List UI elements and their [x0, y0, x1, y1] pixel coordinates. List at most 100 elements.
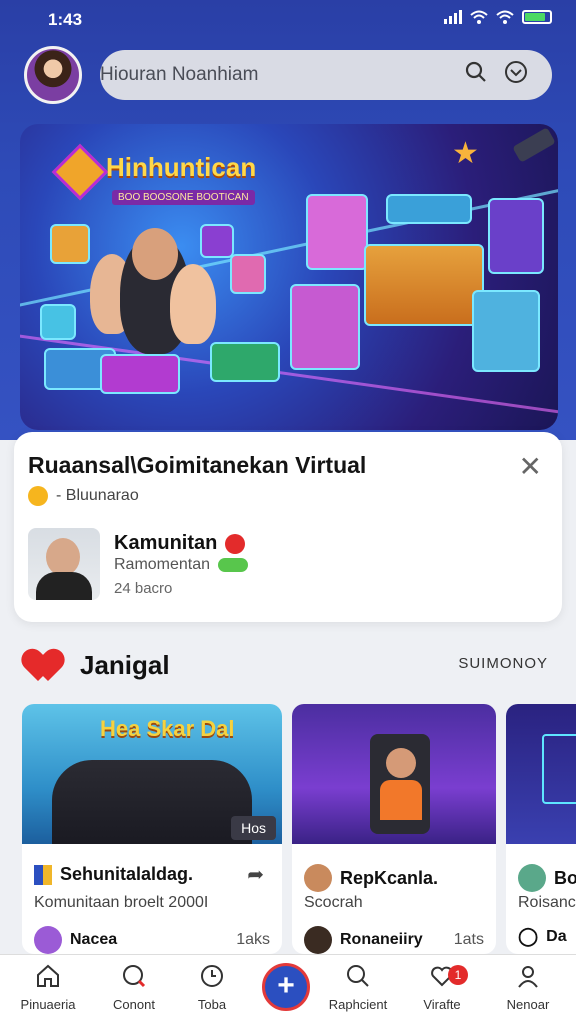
- nav-favorites[interactable]: 1 Virafte: [402, 963, 482, 1012]
- plus-icon: +: [277, 969, 295, 1002]
- event-card-title: Bo: [554, 867, 576, 888]
- event-card-title-row: RepKcanla.: [304, 864, 438, 892]
- hero-video-tile: [472, 290, 540, 372]
- coin-icon: [28, 486, 48, 506]
- event-thumbnail: [292, 704, 496, 844]
- category-icon: [34, 864, 52, 885]
- hero-tile: [230, 254, 266, 294]
- home-icon: [8, 963, 88, 993]
- nav-search-label: Raphcient: [328, 997, 388, 1012]
- hero-title: Hinhuntican: [106, 152, 257, 182]
- notification-badge: 1: [448, 965, 468, 985]
- user-avatar[interactable]: [34, 926, 62, 954]
- hero-video-tile: [364, 244, 484, 326]
- creator-avatar[interactable]: [518, 864, 546, 892]
- host-tag: Hos: [231, 816, 276, 840]
- hero-tile: [200, 224, 234, 258]
- status-time: 1:43: [48, 10, 83, 29]
- event-card-user: Ronaneiiry: [340, 931, 423, 948]
- heart-icon: [28, 651, 68, 681]
- event-card-time: 1ats: [453, 931, 484, 948]
- event-card[interactable]: Hea Skar Dal Hos Sehunitalaldag. ➦ Komun…: [22, 704, 282, 954]
- host-stat: 24 bacro: [114, 580, 173, 597]
- nav-time-label: Toba: [197, 997, 227, 1012]
- event-meta: - Bluunarao: [28, 486, 139, 506]
- share-icon[interactable]: ➦: [247, 862, 264, 887]
- hero-subtitle: BOO BOOSONE BOOTICAN: [112, 190, 255, 205]
- search-icon[interactable]: [456, 61, 496, 89]
- nav-search[interactable]: Raphcient: [318, 963, 398, 1012]
- section-header: Janigal: [28, 650, 170, 681]
- host-role: Ramomentan: [114, 556, 211, 573]
- heart-icon: [402, 963, 482, 993]
- nav-profile[interactable]: Nenoar: [488, 963, 568, 1012]
- host-name-row[interactable]: Kamunitan: [114, 532, 246, 555]
- host-avatar[interactable]: [28, 528, 100, 600]
- see-all-link[interactable]: SUIMONOY: [458, 655, 548, 672]
- event-card-user: Da: [546, 927, 567, 945]
- hero-video-tile: [488, 198, 544, 274]
- nav-chat[interactable]: Conont: [94, 963, 174, 1012]
- chevron-down-icon[interactable]: [496, 60, 536, 90]
- hero-video-tile: [386, 194, 472, 224]
- hero-tile: [210, 342, 280, 382]
- host-role-row: Ramomentan: [114, 556, 249, 574]
- hero-video-tile: [306, 194, 368, 270]
- status-pill-icon: [218, 558, 249, 572]
- event-card-title-row: Sehunitalaldag.: [34, 864, 193, 885]
- chat-icon[interactable]: ◯: [518, 926, 538, 947]
- hero-video-tile: [290, 284, 360, 370]
- search-input[interactable]: [100, 50, 456, 100]
- event-title: Ruaansal\Goimitanekan Virtual: [28, 452, 367, 478]
- event-card-footer: Ronaneiiry 1ats: [304, 926, 484, 954]
- search-icon: [318, 963, 398, 993]
- event-card[interactable]: RepKcanla. Scocrah Ronaneiiry 1ats: [292, 704, 496, 954]
- hero-tile: [100, 354, 180, 394]
- user-avatar[interactable]: [304, 926, 332, 954]
- close-icon[interactable]: ✕: [519, 450, 542, 483]
- status-bar: 1:43: [0, 8, 576, 32]
- camera-icon: [512, 127, 556, 163]
- event-card-title: RepKcanla.: [340, 867, 439, 888]
- hero-tile: [50, 224, 90, 264]
- event-card-subtitle: Roisanc: [518, 894, 576, 911]
- bottom-navigation: Pinuaeria Conont Toba + Raphcient 1 Vira…: [0, 954, 576, 1024]
- event-card-time: 1aks: [236, 931, 270, 948]
- profile-avatar[interactable]: [24, 46, 82, 104]
- event-card-user: Nacea: [70, 931, 118, 948]
- event-thumbnail: [506, 704, 576, 844]
- nav-chat-label: Conont: [113, 997, 155, 1012]
- nav-home-label: Pinuaeria: [20, 997, 76, 1012]
- nav-time[interactable]: Toba: [172, 963, 252, 1012]
- event-meta-text: - Bluunarao: [56, 487, 139, 504]
- event-card-footer: Nacea 1aks: [34, 926, 270, 954]
- event-card-footer: ◯ Da: [518, 926, 567, 947]
- event-card-title: Sehunitalaldag.: [60, 864, 194, 884]
- nav-profile-label: Nenoar: [506, 997, 550, 1012]
- section-title: Janigal: [80, 650, 170, 680]
- nav-favorites-label: Virafte: [423, 997, 461, 1012]
- wifi-icon: [470, 10, 488, 24]
- host-name: Kamunitan: [114, 532, 218, 554]
- create-button[interactable]: +: [262, 963, 310, 1011]
- clock-icon: [172, 963, 252, 993]
- hero-person: [170, 264, 216, 344]
- nav-home[interactable]: Pinuaeria: [8, 963, 88, 1012]
- battery-icon: [522, 10, 552, 24]
- wifi-icon-secondary: [496, 10, 514, 24]
- signal-icon: [444, 10, 462, 24]
- profile-icon: [488, 963, 568, 993]
- creator-avatar[interactable]: [304, 864, 332, 892]
- hero-banner[interactable]: Hinhuntican BOO BOOSONE BOOTICAN ★: [20, 124, 558, 430]
- chat-icon: [94, 963, 174, 993]
- hero-host-face: [132, 228, 178, 280]
- event-detail-card[interactable]: Ruaansal\Goimitanekan Virtual ✕ - Bluuna…: [14, 432, 562, 622]
- event-card-subtitle: Komunitaan broelt 2000I: [34, 894, 209, 911]
- hero-tile: [40, 304, 76, 340]
- live-badge-icon: [225, 533, 246, 554]
- search-bar[interactable]: [100, 50, 552, 100]
- hero-logo-icon: [51, 143, 109, 201]
- star-icon: ★: [452, 137, 479, 170]
- event-card-title-row: Bo: [518, 864, 576, 892]
- event-card[interactable]: Bo Roisanc ◯ Da: [506, 704, 576, 954]
